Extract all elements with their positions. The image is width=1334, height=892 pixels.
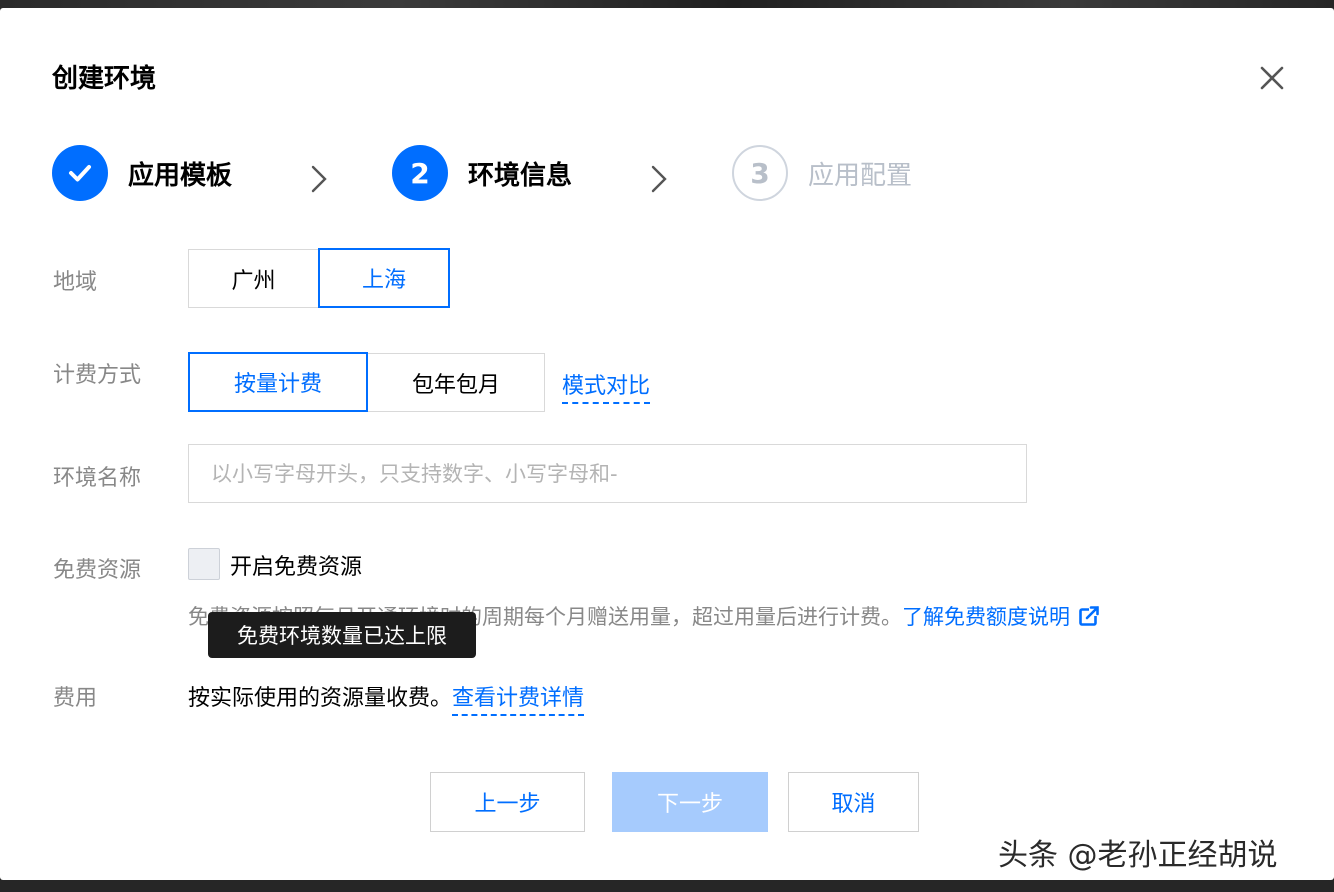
step-environment-info: 2 环境信息 <box>392 143 572 203</box>
billing-option-monthly[interactable]: 包年包月 <box>367 353 545 412</box>
step-1-label: 应用模板 <box>128 160 233 191</box>
fee-text: 按实际使用的资源量收费。 <box>188 686 453 711</box>
check-icon <box>69 165 91 182</box>
free-resources-checkbox[interactable] <box>188 548 220 580</box>
chevron-right-icon <box>311 165 327 193</box>
free-quota-link[interactable]: 了解免费额度说明 <box>902 605 1070 629</box>
step-app-config: 3 应用配置 <box>732 143 912 203</box>
mode-compare-link[interactable]: 模式对比 <box>562 368 651 404</box>
external-link-icon[interactable] <box>1078 605 1100 627</box>
step-2-circle: 2 <box>392 145 448 201</box>
billing-label: 计费方式 <box>53 363 142 388</box>
dialog-title: 创建环境 <box>52 64 157 94</box>
prev-step-button[interactable]: 上一步 <box>430 772 585 832</box>
step-3-label: 应用配置 <box>808 160 913 191</box>
step-1-circle <box>52 145 108 201</box>
close-icon[interactable] <box>1256 62 1288 94</box>
region-label: 地域 <box>53 270 98 295</box>
region-option-guangzhou[interactable]: 广州 <box>188 249 319 308</box>
backdrop-bottom <box>0 880 1334 892</box>
billing-option-pay-as-you-go[interactable]: 按量计费 <box>188 352 368 412</box>
step-2-label: 环境信息 <box>468 160 573 191</box>
billing-detail-link[interactable]: 查看计费详情 <box>452 680 585 716</box>
step-3-circle: 3 <box>732 145 788 201</box>
free-resources-checkbox-label: 开启免费资源 <box>230 555 363 580</box>
watermark: 头条 @老孙正经胡说 <box>998 838 1278 873</box>
region-option-shanghai[interactable]: 上海 <box>318 248 450 308</box>
env-name-input[interactable] <box>188 444 1027 503</box>
next-step-button[interactable]: 下一步 <box>612 772 768 832</box>
step-app-template: 应用模板 <box>52 143 232 203</box>
fee-label: 费用 <box>53 686 98 711</box>
env-name-label: 环境名称 <box>53 466 142 491</box>
free-limit-tooltip: 免费环境数量已达上限 <box>208 612 476 658</box>
cancel-button[interactable]: 取消 <box>788 772 919 832</box>
fee-info: 按实际使用的资源量收费。查看计费详情 <box>188 680 585 716</box>
chevron-right-icon <box>651 165 667 193</box>
free-resources-label: 免费资源 <box>53 558 142 583</box>
